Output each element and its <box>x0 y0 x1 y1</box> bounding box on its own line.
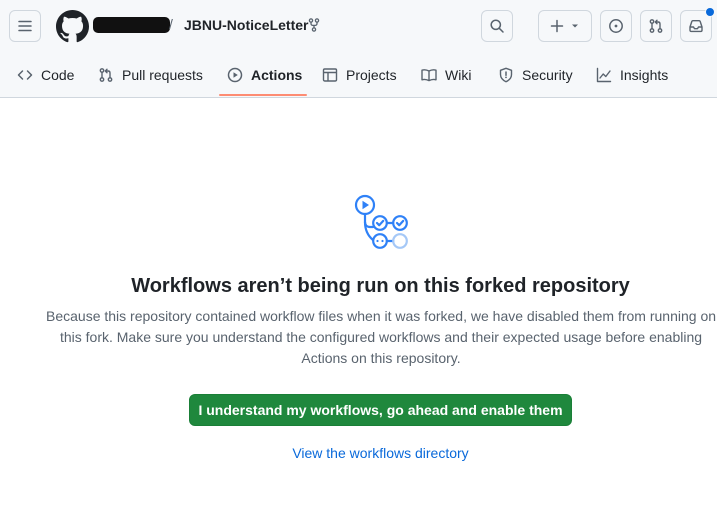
enable-workflows-button[interactable]: I understand my workflows, go ahead and … <box>189 394 572 426</box>
tab-wiki[interactable]: Wiki <box>421 52 471 98</box>
code-icon <box>17 70 33 80</box>
search-button[interactable] <box>481 10 513 42</box>
notification-dot <box>705 7 715 17</box>
issues-button[interactable] <box>600 10 632 42</box>
pull-request-icon <box>99 68 113 82</box>
repo-name-link[interactable]: JBNU-NoticeLetter <box>184 17 308 33</box>
app-header: / JBNU-NoticeLetter Code Pull requests A… <box>0 0 717 98</box>
tab-code-label: Code <box>41 67 75 83</box>
table-icon <box>322 68 338 82</box>
tab-pull-requests-label: Pull requests <box>122 67 203 83</box>
play-icon <box>227 67 243 83</box>
book-icon <box>421 69 437 82</box>
inbox-icon <box>689 20 703 33</box>
hamburger-icon <box>18 20 32 32</box>
tab-projects[interactable]: Projects <box>322 52 397 98</box>
active-tab-underline <box>219 94 307 96</box>
tab-code[interactable]: Code <box>17 52 74 98</box>
issue-icon <box>609 19 623 33</box>
pull-requests-button[interactable] <box>640 10 672 42</box>
caret-down-icon <box>572 24 578 28</box>
redacted-owner <box>93 17 170 33</box>
repo-separator: / <box>169 16 173 32</box>
github-logo-icon[interactable] <box>56 10 89 43</box>
top-bar: / JBNU-NoticeLetter <box>0 0 717 52</box>
fork-workflows-description: Because this repository contained workfl… <box>46 308 717 366</box>
tab-pull-requests[interactable]: Pull requests <box>98 52 203 98</box>
workflow-icon <box>354 194 408 249</box>
fork-icon <box>308 18 320 32</box>
repo-nav: Code Pull requests Actions Projects Wiki… <box>0 52 717 98</box>
workflows-directory-link[interactable]: View the workflows directory <box>0 445 717 461</box>
tab-security[interactable]: Security <box>498 52 573 98</box>
tab-actions[interactable]: Actions <box>227 52 302 98</box>
page-title: Workflows aren’t being run on this forke… <box>131 275 630 297</box>
tab-insights-label: Insights <box>620 67 669 83</box>
shield-icon <box>499 67 513 83</box>
plus-icon <box>550 19 564 33</box>
tab-security-label: Security <box>522 67 573 83</box>
pull-request-icon <box>649 19 663 33</box>
search-icon <box>490 19 504 33</box>
menu-button[interactable] <box>9 10 41 42</box>
create-new-button[interactable] <box>538 10 592 42</box>
tab-wiki-label: Wiki <box>445 67 472 83</box>
graph-icon <box>596 67 612 83</box>
tab-insights[interactable]: Insights <box>596 52 668 98</box>
tab-projects-label: Projects <box>346 67 397 83</box>
tab-actions-label: Actions <box>251 67 303 83</box>
